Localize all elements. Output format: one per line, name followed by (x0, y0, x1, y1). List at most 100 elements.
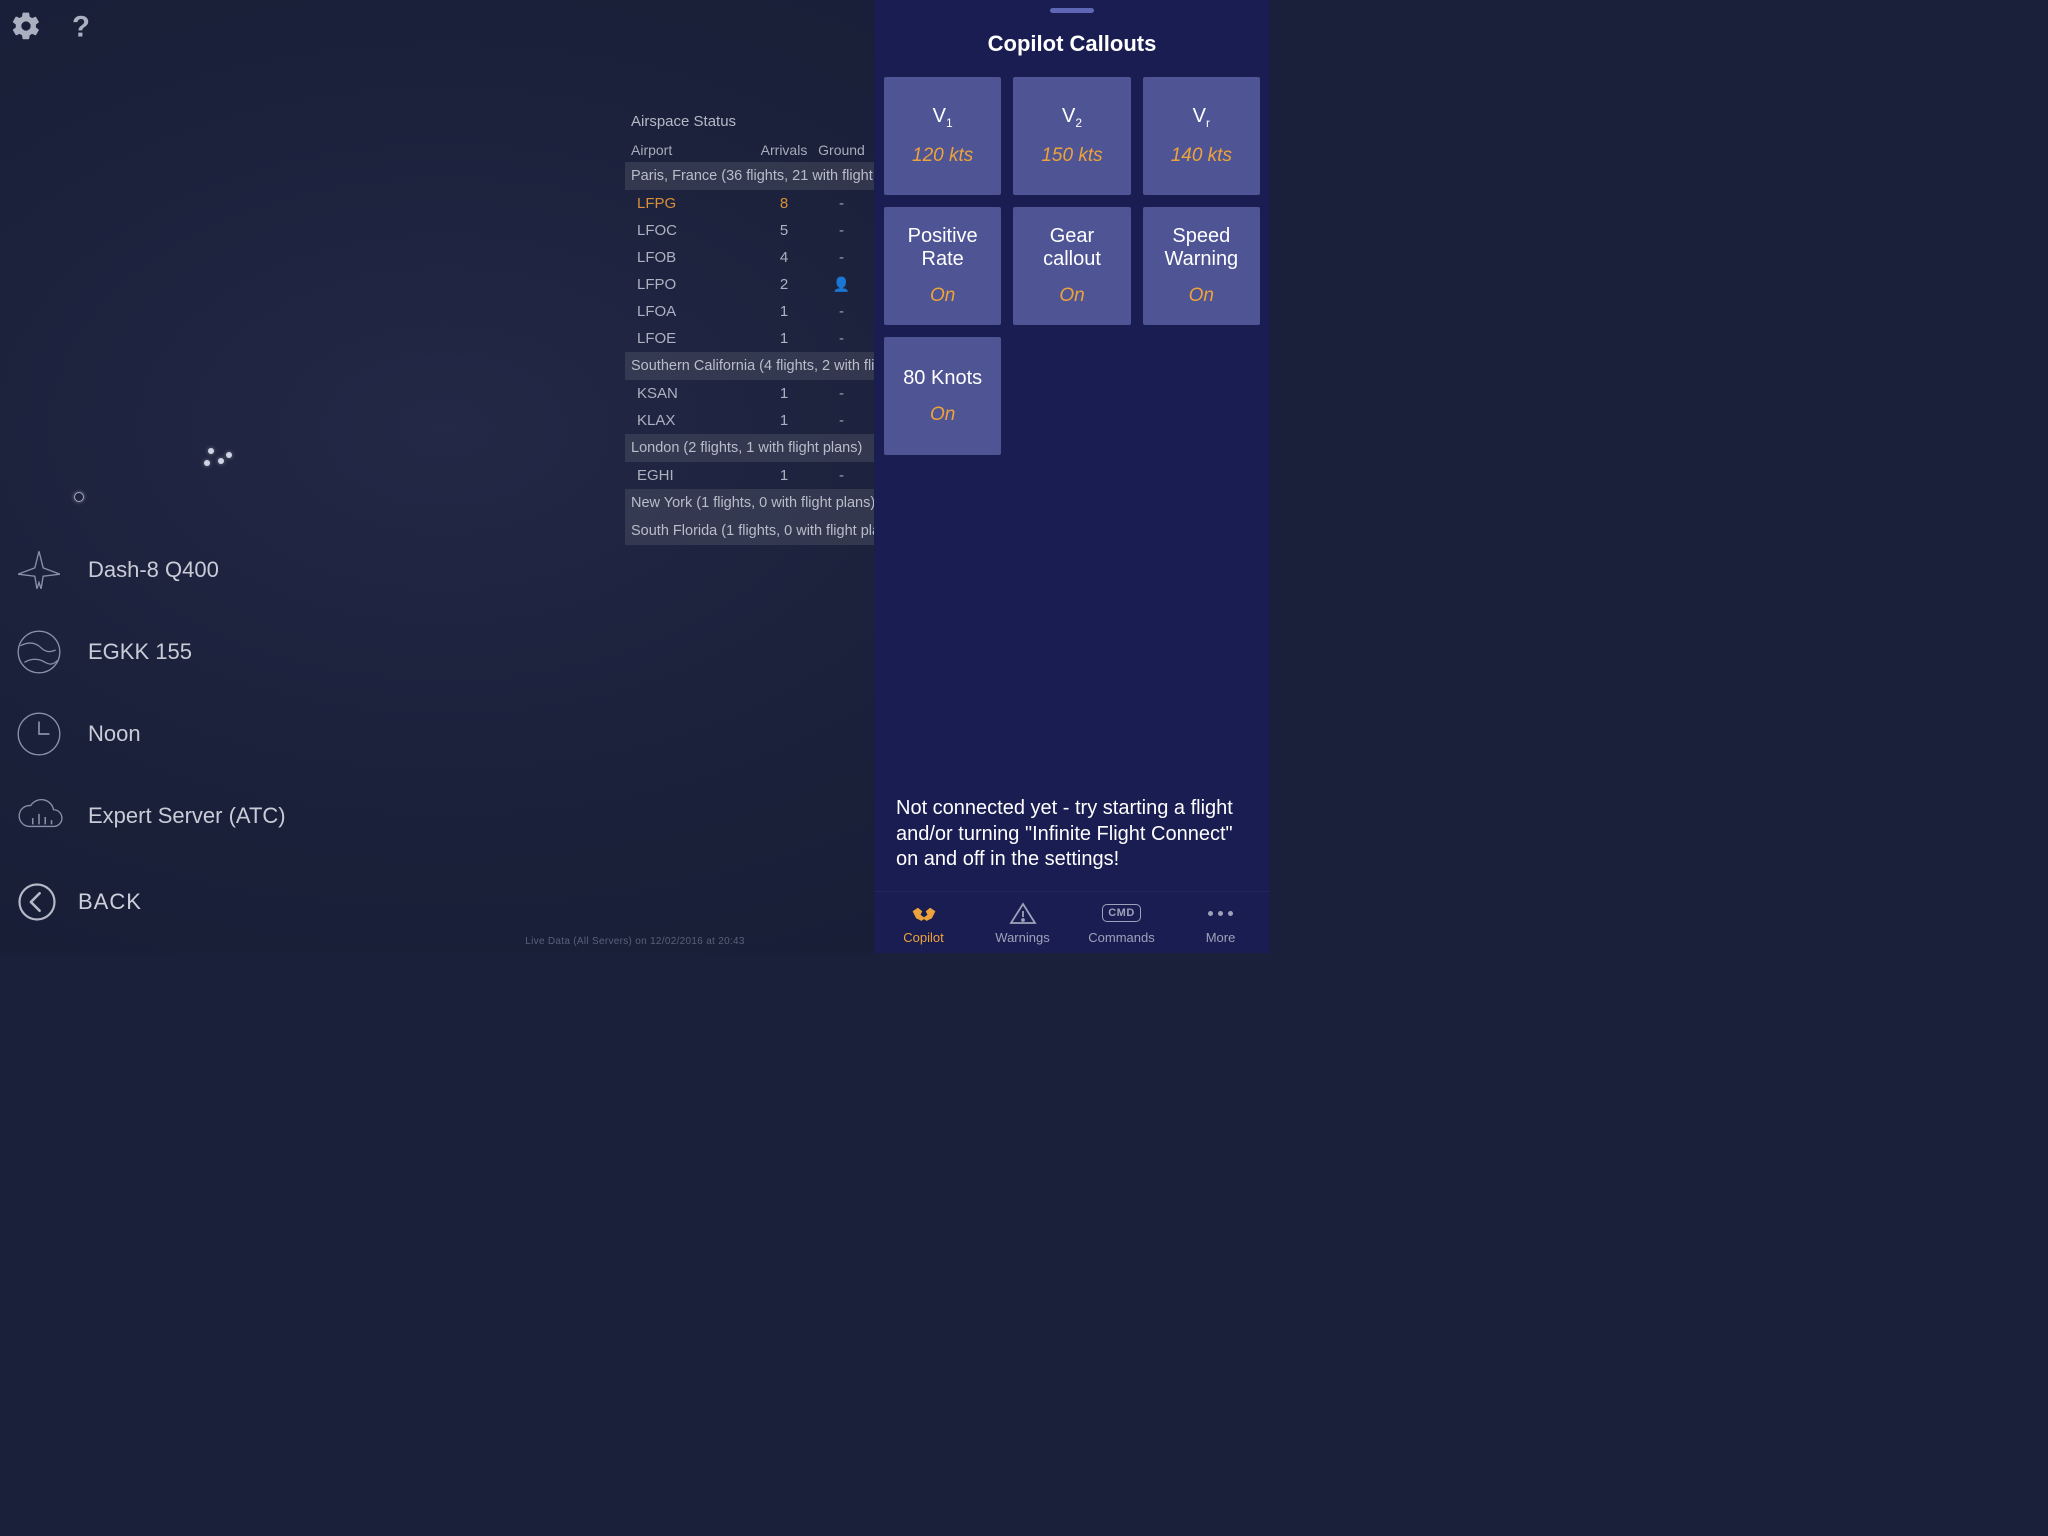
airport-row[interactable]: LFPG8- (625, 190, 875, 217)
airport-row[interactable]: LFOA1- (625, 298, 875, 325)
airport-arrivals: 8 (754, 195, 814, 212)
region-header[interactable]: South Florida (1 flights, 0 with flight … (625, 517, 875, 545)
airport-ground: - (814, 249, 869, 266)
airport-code: LFOB (637, 249, 754, 266)
airport-row[interactable]: EGHI1- (625, 462, 875, 489)
airport-row[interactable]: LFOC5- (625, 217, 875, 244)
tile-label: Gear callout (1013, 225, 1130, 271)
person-icon: 👤 (833, 276, 850, 292)
airport-code: EGHI (637, 467, 754, 484)
gear-icon[interactable] (10, 10, 42, 42)
server-label: Expert Server (ATC) (88, 803, 286, 829)
airport-code: LFOC (637, 222, 754, 239)
cmd-icon: CMD (1102, 900, 1141, 926)
region-header[interactable]: London (2 flights, 1 with flight plans) (625, 434, 875, 462)
tile-value: 150 kts (1041, 145, 1102, 167)
callout-tile[interactable]: Vr 140 kts (1143, 77, 1260, 195)
airport-code: KSAN (637, 385, 754, 402)
airport-arrivals: 4 (754, 249, 814, 266)
connection-status: Not connected yet - try starting a fligh… (874, 796, 1270, 891)
tile-label: Positive Rate (884, 225, 1001, 271)
airport-row[interactable]: LFPO2 👤 (625, 271, 875, 298)
airport-code: LFOA (637, 303, 754, 320)
nav-copilot-label: Copilot (903, 930, 943, 945)
nav-warnings-label: Warnings (995, 930, 1049, 945)
nav-more[interactable]: More (1171, 892, 1270, 953)
handshake-icon (910, 900, 938, 926)
header-airport: Airport (631, 142, 754, 158)
nav-commands-label: Commands (1088, 930, 1154, 945)
time-option[interactable]: Noon (14, 709, 286, 759)
airport-arrivals: 1 (754, 385, 814, 402)
tile-value: On (1059, 285, 1084, 307)
airport-arrivals: 1 (754, 467, 814, 484)
header-arrivals: Arrivals (754, 142, 814, 158)
server-option[interactable]: Expert Server (ATC) (14, 791, 286, 841)
airport-ground: 👤 (814, 276, 869, 293)
nav-commands[interactable]: CMD Commands (1072, 892, 1171, 953)
airport-label: EGKK 155 (88, 639, 192, 665)
plane-icon (14, 545, 64, 595)
cloud-stats-icon (14, 791, 64, 841)
callout-tile[interactable]: Gear callout On (1013, 207, 1130, 325)
copilot-panel: Copilot Callouts V1 120 kts V2 150 kts Vr 140… (874, 0, 1270, 953)
svg-text:?: ? (72, 11, 90, 42)
airport-ground: - (814, 222, 869, 239)
airport-arrivals: 1 (754, 412, 814, 429)
help-icon[interactable]: ? (64, 10, 96, 42)
airport-ground: - (814, 412, 869, 429)
airport-arrivals: 5 (754, 222, 814, 239)
airport-arrivals: 1 (754, 330, 814, 347)
tile-value: On (930, 285, 955, 307)
airport-ground: - (814, 385, 869, 402)
bottom-nav: Copilot Warnings CMD Commands More (874, 891, 1270, 953)
tile-value: 120 kts (912, 145, 973, 167)
callout-tile[interactable]: Positive Rate On (884, 207, 1001, 325)
nav-more-label: More (1206, 930, 1236, 945)
panel-title: Copilot Callouts (874, 13, 1270, 77)
tile-label: 80 Knots (897, 367, 988, 390)
tile-label: V1 (927, 105, 959, 131)
airport-row[interactable]: KLAX1- (625, 407, 875, 434)
airspace-status-panel: Airspace Status Airport Arrivals Ground … (625, 105, 875, 545)
airport-ground: - (814, 330, 869, 347)
callout-tile[interactable]: 80 Knots On (884, 337, 1001, 455)
region-header[interactable]: Paris, France (36 flights, 21 with fligh… (625, 162, 875, 190)
airspace-header-row: Airport Arrivals Ground (625, 138, 875, 162)
header-ground: Ground (814, 142, 869, 158)
aircraft-label: Dash-8 Q400 (88, 557, 219, 583)
callout-tile[interactable]: V2 150 kts (1013, 77, 1130, 195)
airport-arrivals: 2 (754, 276, 814, 293)
airport-row[interactable]: KSAN1- (625, 380, 875, 407)
callout-tile[interactable]: Speed Warning On (1143, 207, 1260, 325)
airport-ground: - (814, 195, 869, 212)
callout-tile[interactable]: V1 120 kts (884, 77, 1001, 195)
aircraft-option[interactable]: Dash-8 Q400 (14, 545, 286, 595)
tile-value: On (930, 404, 955, 426)
airport-code: LFPO (637, 276, 754, 293)
globe-icon (14, 627, 64, 677)
tile-label: Vr (1187, 105, 1216, 131)
airport-row[interactable]: LFOB4- (625, 244, 875, 271)
tile-value: On (1189, 285, 1214, 307)
tile-value: 140 kts (1171, 145, 1232, 167)
region-header[interactable]: Southern California (4 flights, 2 with f… (625, 352, 875, 380)
tile-label: V2 (1056, 105, 1088, 131)
airport-arrivals: 1 (754, 303, 814, 320)
airport-ground: - (814, 467, 869, 484)
nav-copilot[interactable]: Copilot (874, 892, 973, 953)
airport-ground: - (814, 303, 869, 320)
tile-label: Speed Warning (1143, 225, 1260, 271)
back-button[interactable]: BACK (16, 881, 142, 923)
airspace-title: Airspace Status (625, 105, 875, 138)
airport-row[interactable]: LFOE1- (625, 325, 875, 352)
more-icon (1208, 900, 1233, 926)
warning-icon (1009, 900, 1037, 926)
nav-warnings[interactable]: Warnings (973, 892, 1072, 953)
clock-icon (14, 709, 64, 759)
airport-code: LFPG (637, 195, 754, 212)
region-header[interactable]: New York (1 flights, 0 with flight plans… (625, 489, 875, 517)
airport-option[interactable]: EGKK 155 (14, 627, 286, 677)
back-label: BACK (78, 889, 142, 915)
airport-code: LFOE (637, 330, 754, 347)
